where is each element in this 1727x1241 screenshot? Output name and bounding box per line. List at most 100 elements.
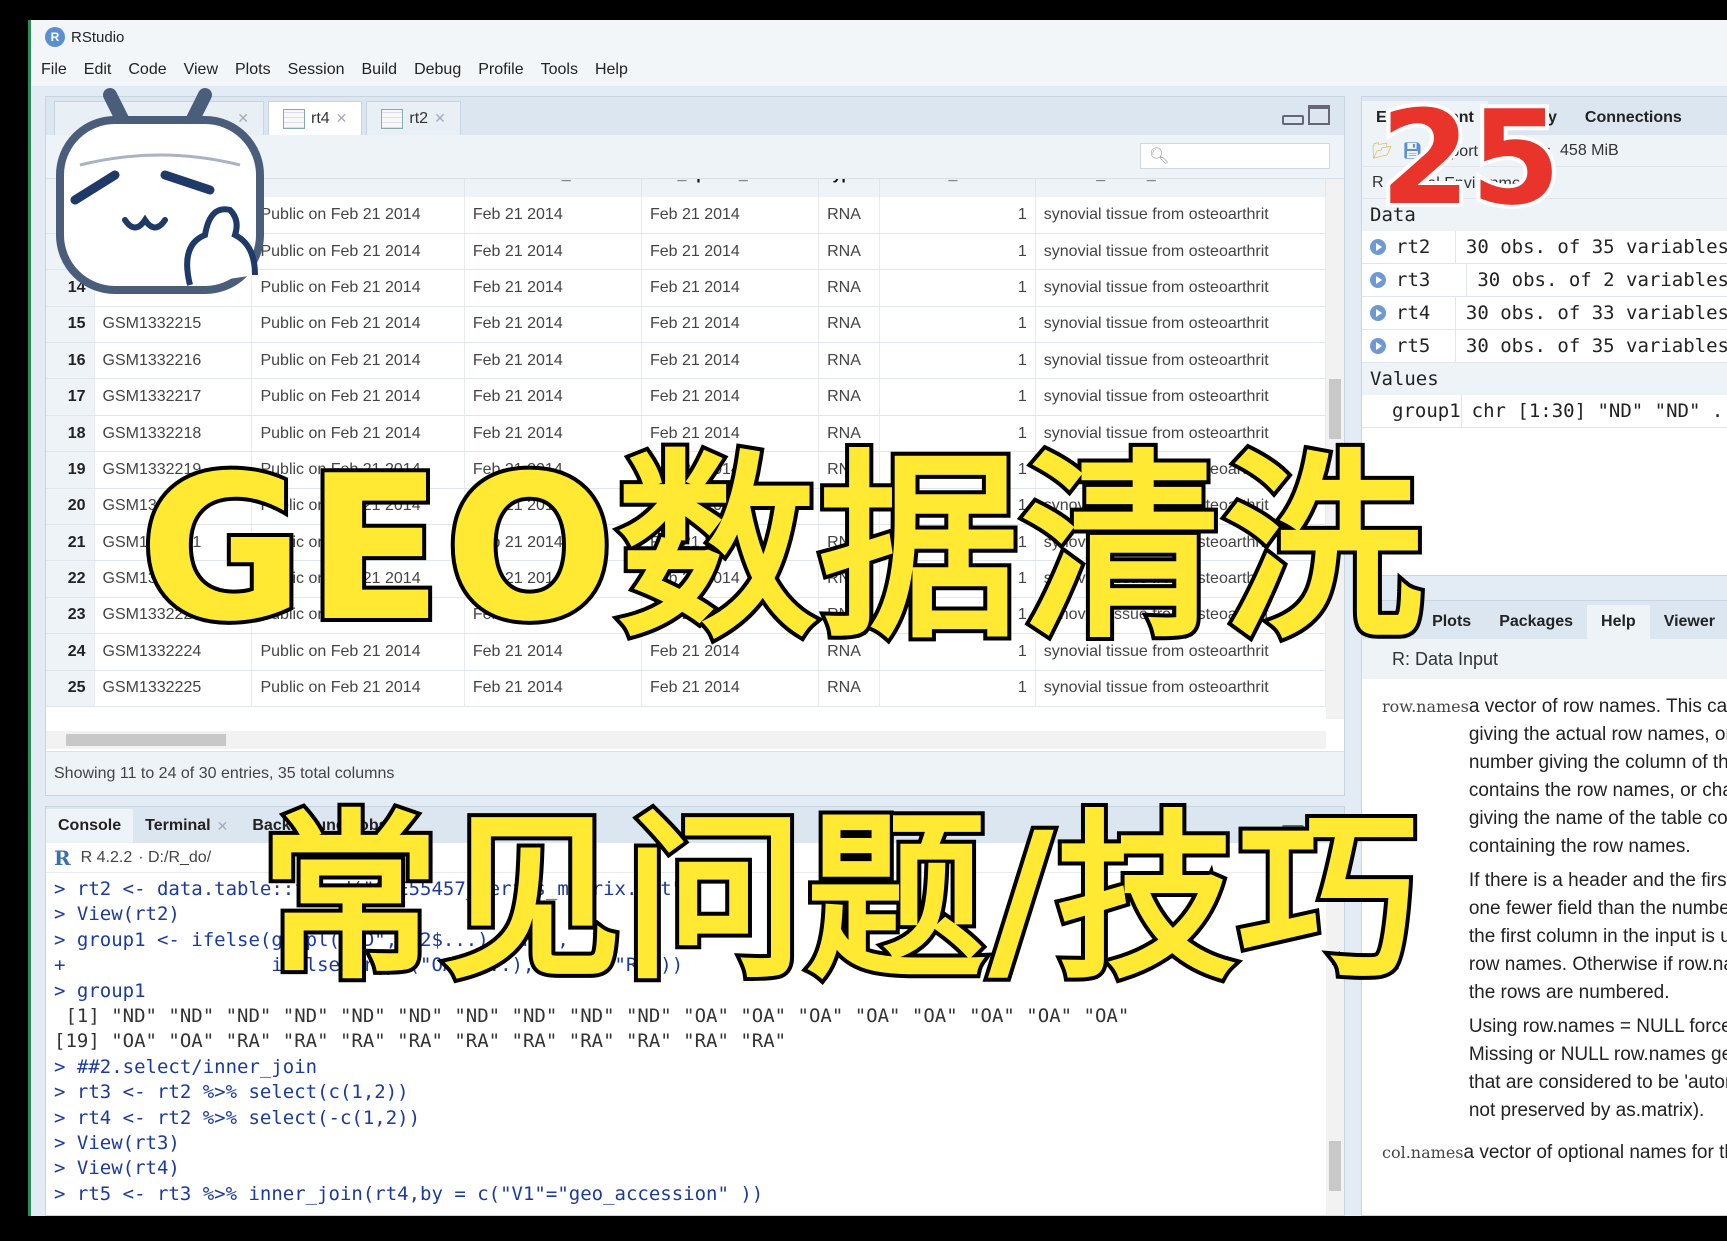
menu-help[interactable]: Help	[595, 61, 628, 79]
table-row[interactable]: 17 GSM1332217 Public on Feb 21 2014 Feb 21 …	[46, 378, 1326, 416]
close-icon[interactable]: ✕	[336, 110, 348, 127]
sort-icon[interactable]: ▲▼	[864, 179, 873, 181]
table-cell: Public on Feb 21 2014	[251, 378, 465, 416]
environment-item[interactable]: group1 chr [1:30] "ND" "ND" ...	[1362, 395, 1727, 428]
horizontal-scrollbar[interactable]	[46, 731, 1326, 749]
menu-code[interactable]: Code	[128, 61, 166, 79]
row-number: 24	[46, 633, 95, 671]
table-cell: Public on Feb 21 2014	[251, 197, 465, 234]
tab-rt4[interactable]: rt4 ✕	[268, 101, 363, 135]
table-cell: Feb 21 2014	[464, 378, 642, 416]
console-line: > rt3 <- rt2 %>% select(c(1,2))	[54, 1081, 409, 1104]
working-directory[interactable]: · D:/R_do/	[138, 849, 211, 867]
expand-icon[interactable]	[1370, 239, 1386, 255]
tab-rt2[interactable]: rt2 ✕	[366, 101, 461, 135]
menu-view[interactable]: View	[184, 61, 218, 79]
expand-icon[interactable]	[1370, 338, 1386, 354]
tab-connections[interactable]: Connections	[1571, 101, 1696, 135]
r-version: R 4.2.2	[80, 848, 133, 866]
table-cell: 1	[879, 670, 1036, 707]
tab-help[interactable]: Help	[1587, 605, 1650, 639]
help-argument: col.names a vector of optional names for …	[1382, 1139, 1727, 1173]
environment-item[interactable]: rt5 30 obs. of 35 variables	[1362, 330, 1727, 363]
sort-icon[interactable]: ▲▼	[803, 179, 812, 181]
memory-usage[interactable]: 458 MiB	[1560, 142, 1619, 160]
sort-icon[interactable]: ▲▼	[1310, 179, 1319, 181]
column-header[interactable]: status▲▼	[251, 179, 465, 197]
sort-icon[interactable]: ▲▼	[1020, 179, 1029, 181]
console-line: > rt4 <- rt2 %>% select(-c(1,2))	[54, 1106, 421, 1129]
menu-plots[interactable]: Plots	[235, 61, 271, 79]
thumbnail-title-line2: 常见问题/技巧	[256, 795, 1422, 1004]
environment-values-list: group1 chr [1:30] "ND" "ND" ...	[1362, 395, 1727, 428]
column-header[interactable]: source_name_ch1▲▼	[1035, 179, 1326, 197]
values-section-header: Values	[1362, 363, 1727, 395]
table-row[interactable]: 25 GSM1332225 Public on Feb 21 2014 Feb 21 …	[46, 670, 1326, 707]
expand-icon[interactable]	[1370, 305, 1386, 321]
maximize-pane-button[interactable]	[1308, 105, 1330, 125]
close-icon[interactable]: ✕	[434, 110, 446, 127]
column-header[interactable]: last_update_date▲▼	[641, 179, 820, 197]
tab-plots[interactable]: Plots	[1418, 605, 1485, 639]
console-line: > rt5 <- rt3 %>% inner_join(rt4,by = c("…	[54, 1182, 764, 1205]
menu-debug[interactable]: Debug	[414, 61, 461, 79]
table-cell: synovial tissue from osteoarthrit	[1035, 197, 1326, 234]
sort-icon[interactable]: ▲▼	[626, 179, 635, 181]
table-cell: RNA	[818, 197, 880, 234]
tab-label: Terminal	[145, 817, 211, 834]
scroll-thumb[interactable]	[66, 734, 226, 746]
tab-packages[interactable]: Packages	[1485, 605, 1587, 639]
mascot-icon	[56, 88, 264, 294]
table-cell: Feb 21 2014	[641, 670, 820, 707]
menu-tools[interactable]: Tools	[541, 61, 578, 79]
table-cell: Public on Feb 21 2014	[251, 342, 465, 380]
sort-icon[interactable]: ▲▼	[449, 179, 458, 181]
argument-description: a vector of optional names for the varia…	[1464, 1139, 1727, 1173]
row-number: 23	[46, 597, 95, 635]
scroll-thumb[interactable]	[1329, 1141, 1341, 1191]
column-header[interactable]: submission_date▲▼	[464, 179, 642, 197]
environment-item[interactable]: rt3 30 obs. of 2 variables	[1362, 264, 1727, 297]
table-cell: Feb 21 2014	[464, 269, 642, 307]
item-name: rt4	[1362, 297, 1456, 329]
tab-viewer[interactable]: Viewer	[1650, 605, 1727, 639]
episode-number: 25	[1376, 82, 1565, 234]
filter-search-input[interactable]: 🔍︎	[1140, 143, 1330, 169]
console-line: > View(rt4)	[54, 1157, 180, 1180]
row-number: 18	[46, 415, 95, 453]
table-row[interactable]: 15 GSM1332215 Public on Feb 21 2014 Feb 21 …	[46, 306, 1326, 344]
row-number: 17	[46, 378, 95, 416]
console-line: [19] "OA" "OA" "RA" "RA" "RA" "RA" "RA" …	[54, 1030, 787, 1053]
argument-description: a vector of row names. This can be a vec…	[1469, 693, 1727, 1131]
item-value: chr [1:30] "ND" "ND" ...	[1471, 400, 1727, 422]
argument-name: col.names	[1382, 1143, 1464, 1162]
minimize-pane-button[interactable]	[1282, 115, 1304, 125]
environment-item[interactable]: rt4 30 obs. of 33 variables	[1362, 297, 1727, 330]
menu-build[interactable]: Build	[362, 61, 398, 79]
menu-edit[interactable]: Edit	[84, 61, 112, 79]
column-header[interactable]: channel_count▲▼	[879, 179, 1036, 197]
table-cell: Feb 21 2014	[464, 233, 642, 271]
tab-terminal[interactable]: Terminal ✕	[133, 809, 240, 843]
table-cell: synovial tissue from osteoarthrit	[1035, 269, 1326, 307]
menu-profile[interactable]: Profile	[478, 61, 523, 79]
menu-session[interactable]: Session	[288, 61, 345, 79]
column-header[interactable]: type▲▼	[818, 179, 880, 197]
scroll-thumb[interactable]	[1329, 379, 1341, 439]
table-cell: GSM1332225	[94, 670, 253, 707]
menu-file[interactable]: File	[41, 61, 67, 79]
table-cell: synovial tissue from osteoarthrit	[1035, 306, 1326, 344]
table-cell: RNA	[818, 378, 880, 416]
table-icon	[283, 108, 305, 129]
table-cell: synovial tissue from osteoarthrit	[1035, 670, 1326, 707]
table-cell: Public on Feb 21 2014	[251, 269, 465, 307]
table-cell: synovial tissue from osteoarthrit	[1035, 233, 1326, 271]
close-icon[interactable]: ✕	[217, 818, 229, 835]
expand-icon[interactable]	[1370, 272, 1386, 288]
tab-label: rt2	[409, 109, 429, 127]
environment-item[interactable]: rt2 30 obs. of 35 variables	[1362, 231, 1727, 264]
table-row[interactable]: 16 GSM1332216 Public on Feb 21 2014 Feb 21 …	[46, 342, 1326, 380]
console-line: [1] "ND" "ND" "ND" "ND" "ND" "ND" "ND" "…	[54, 1005, 1130, 1028]
tab-console[interactable]: Console	[46, 809, 134, 843]
table-cell: Feb 21 2014	[641, 269, 820, 307]
